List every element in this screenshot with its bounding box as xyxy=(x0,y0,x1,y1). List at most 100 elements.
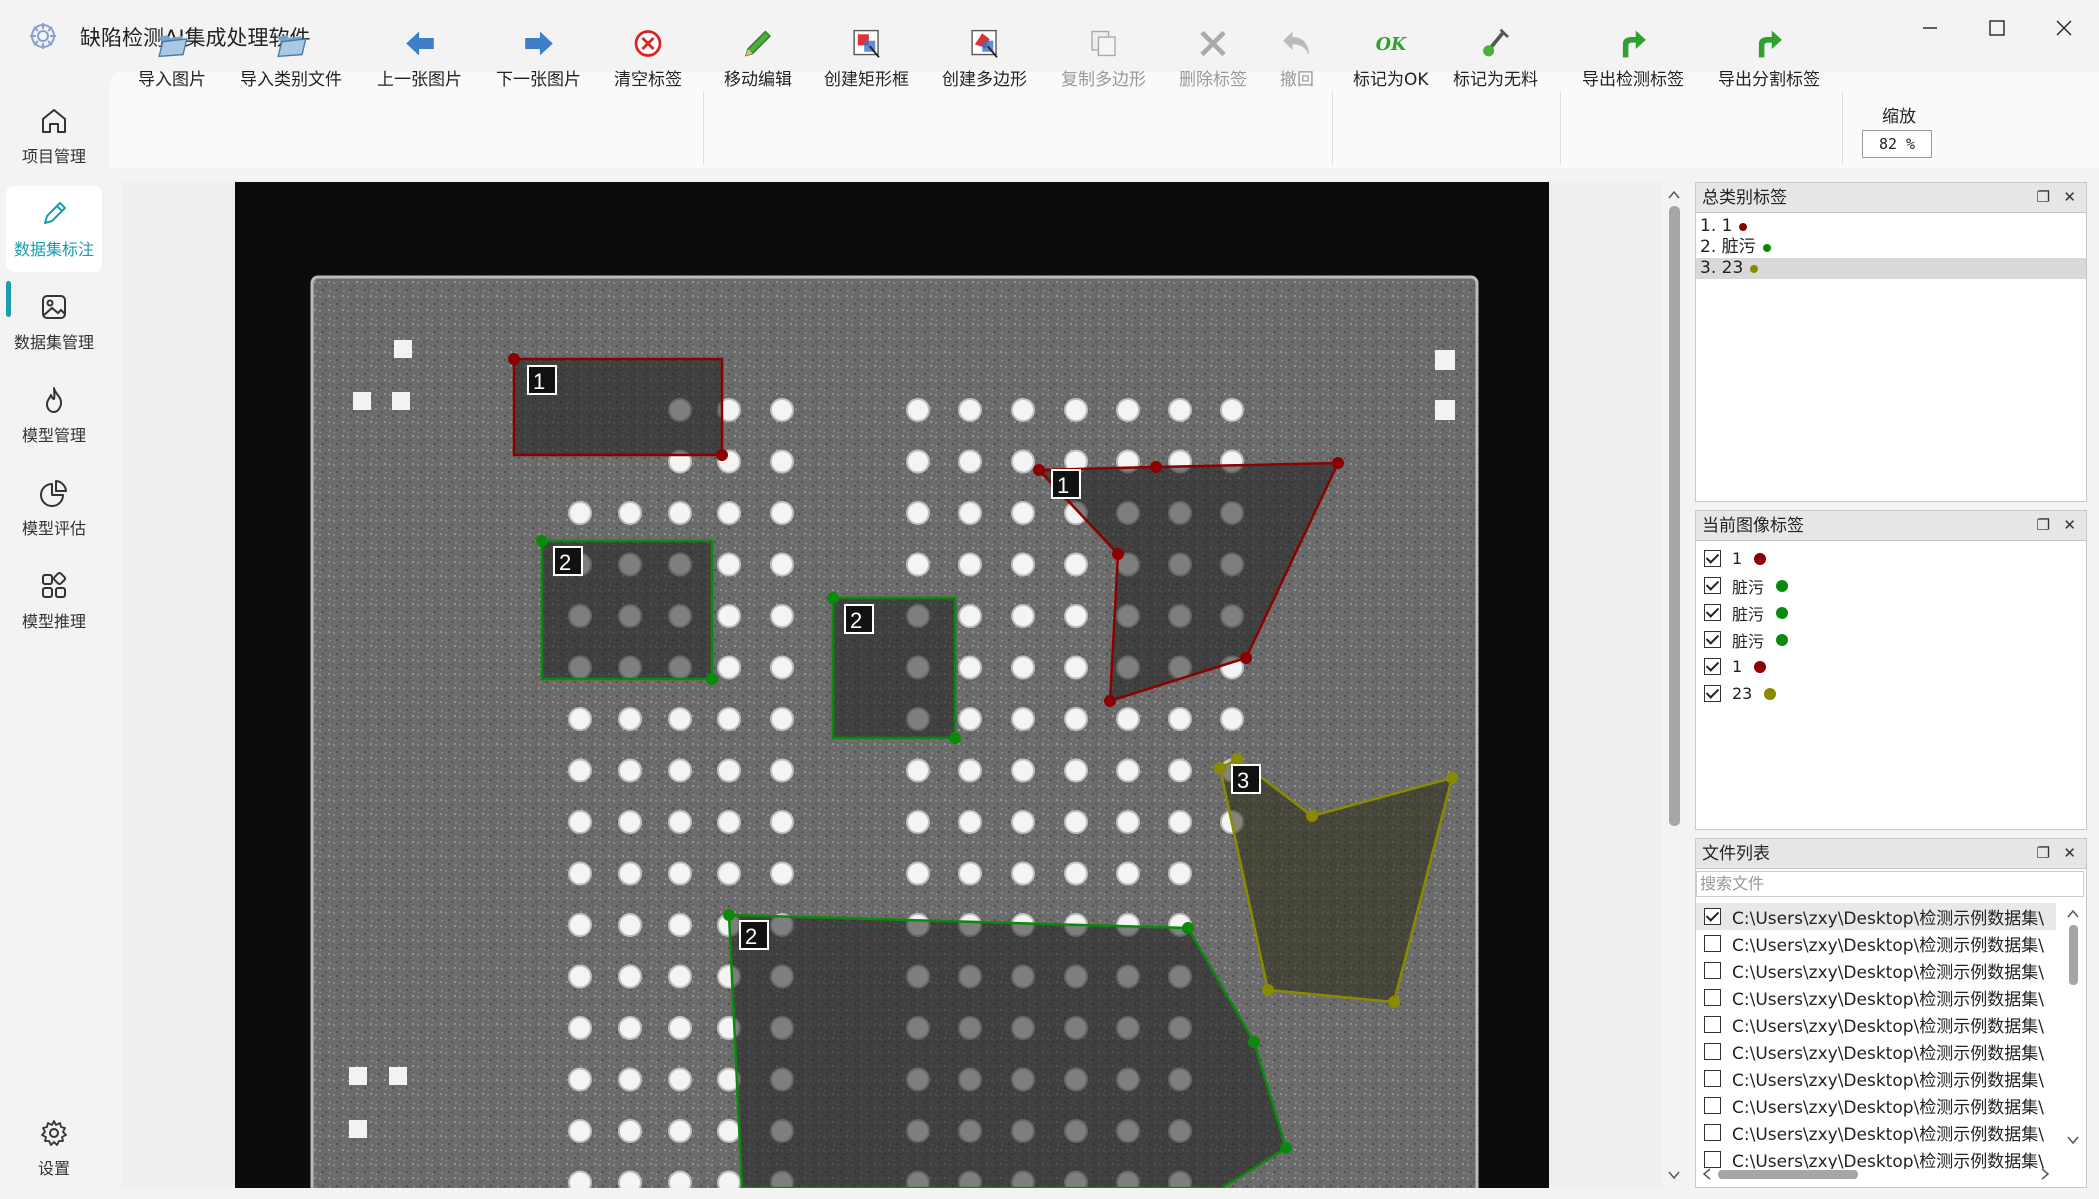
image-label-item[interactable]: 1 xyxy=(1696,545,2086,572)
sidebar-item-annotation[interactable]: 数据集标注 xyxy=(6,186,102,272)
scroll-left-icon xyxy=(1702,1168,1711,1180)
file-list-item[interactable]: C:\Users\zxy\Desktop\检测示例数据集\ xyxy=(1696,1038,2056,1065)
toolbar-separator xyxy=(703,92,704,164)
import-image-button[interactable]: 导入图片 xyxy=(138,26,206,90)
toolbar-separator xyxy=(1842,92,1843,164)
create-rectangle-button[interactable]: 创建矩形框 xyxy=(824,26,909,90)
file-list-horizontal-scrollbar[interactable] xyxy=(1696,1163,2086,1185)
clear-labels-button[interactable]: 清空标签 xyxy=(614,26,682,90)
color-dot xyxy=(1739,222,1748,231)
file-checkbox[interactable] xyxy=(1704,908,1721,925)
apps-icon xyxy=(42,571,67,598)
file-list-vertical-scrollbar[interactable] xyxy=(2062,903,2084,1169)
label-checkbox[interactable] xyxy=(1704,658,1721,675)
label-checkbox[interactable] xyxy=(1704,631,1721,648)
next-image-button[interactable]: 下一张图片 xyxy=(496,26,581,90)
file-list-item[interactable]: C:\Users\zxy\Desktop\检测示例数据集\ xyxy=(1696,984,2056,1011)
color-dot xyxy=(1776,633,1789,646)
canvas-vertical-scrollbar[interactable] xyxy=(1664,182,1684,1188)
file-list: C:\Users\zxy\Desktop\检测示例数据集\ C:\Users\z… xyxy=(1696,903,2086,1169)
annotation-rect-2[interactable]: 2 xyxy=(536,535,718,685)
file-checkbox[interactable] xyxy=(1704,1070,1721,1087)
label-checkbox[interactable] xyxy=(1704,604,1721,621)
mark-empty-button[interactable]: 标记为无料 xyxy=(1453,26,1538,90)
file-list-item[interactable]: C:\Users\zxy\Desktop\检测示例数据集\ xyxy=(1696,1119,2056,1146)
undo-button[interactable]: 撤回 xyxy=(1278,26,1316,90)
previous-image-button[interactable]: 上一张图片 xyxy=(377,26,462,90)
copy-polygon-button[interactable]: 复制多边形 xyxy=(1061,26,1146,90)
color-dot xyxy=(1750,264,1759,273)
scroll-thumb xyxy=(1669,206,1680,826)
annotation-canvas[interactable]: 1 2 2 1 3 2 xyxy=(122,182,1662,1188)
float-icon[interactable]: ❐ xyxy=(2037,188,2050,206)
file-checkbox[interactable] xyxy=(1704,1043,1721,1060)
sidebar-item-inference[interactable]: 模型推理 xyxy=(6,558,102,644)
export-segmentation-labels-button[interactable]: 导出分割标签 xyxy=(1718,26,1820,90)
file-checkbox[interactable] xyxy=(1704,1124,1721,1141)
pencil-icon xyxy=(44,202,66,224)
close-icon[interactable]: ✕ xyxy=(2063,516,2076,534)
sidebar-item-evaluation[interactable]: 模型评估 xyxy=(6,465,102,551)
image-label-item[interactable]: 脏污 xyxy=(1696,572,2086,599)
maximize-button[interactable] xyxy=(1967,8,2027,48)
app-logo-icon xyxy=(30,23,56,49)
minimize-button[interactable] xyxy=(1900,8,1960,48)
file-list-item[interactable]: C:\Users\zxy\Desktop\检测示例数据集\ xyxy=(1696,1065,2056,1092)
image-label-item[interactable]: 脏污 xyxy=(1696,599,2086,626)
label-checkbox[interactable] xyxy=(1704,685,1721,702)
move-edit-button[interactable]: 移动编辑 xyxy=(724,26,792,90)
file-path: C:\Users\zxy\Desktop\检测示例数据集\ xyxy=(1732,963,2044,983)
zoom-input[interactable]: 82 % xyxy=(1862,130,1932,158)
label-checkbox[interactable] xyxy=(1704,577,1721,594)
clear-icon xyxy=(634,30,662,57)
label-checkbox[interactable] xyxy=(1704,550,1721,567)
home-icon xyxy=(42,109,66,133)
file-path: C:\Users\zxy\Desktop\检测示例数据集\ xyxy=(1732,1098,2044,1118)
create-polygon-button[interactable]: 创建多边形 xyxy=(942,26,1027,90)
toolbar-button-label: 下一张图片 xyxy=(496,70,581,90)
annotation-rect-3[interactable]: 2 xyxy=(827,592,961,744)
category-item[interactable]: 2. 脏污 xyxy=(1696,237,2086,258)
file-list-item[interactable]: C:\Users\zxy\Desktop\检测示例数据集\ xyxy=(1696,930,2056,957)
category-item[interactable]: 3. 23 xyxy=(1696,258,2086,279)
maximize-icon xyxy=(1989,20,2005,36)
toolbar-button-label: 导出检测标签 xyxy=(1582,70,1684,90)
file-search-input[interactable]: 搜索文件 xyxy=(1696,871,2084,897)
file-checkbox[interactable] xyxy=(1704,935,1721,952)
file-list-item[interactable]: C:\Users\zxy\Desktop\检测示例数据集\ xyxy=(1696,903,2056,930)
file-checkbox[interactable] xyxy=(1704,989,1721,1006)
panel-title: 文件列表 xyxy=(1702,844,1770,864)
image-canvas[interactable]: 1 2 2 1 3 2 xyxy=(122,182,1662,1188)
sidebar-item-dataset[interactable]: 数据集管理 xyxy=(6,279,102,365)
image-label-item[interactable]: 脏污 xyxy=(1696,626,2086,653)
file-checkbox[interactable] xyxy=(1704,1097,1721,1114)
toolbar-separator xyxy=(1332,92,1333,164)
delete-label-button[interactable]: 删除标签 xyxy=(1179,26,1247,90)
image-label-item[interactable]: 1 xyxy=(1696,653,2086,680)
sidebar-item-settings[interactable]: 设置 xyxy=(6,1105,102,1191)
import-class-file-button[interactable]: 导入类别文件 xyxy=(240,26,342,90)
file-checkbox[interactable] xyxy=(1704,1016,1721,1033)
close-icon[interactable]: ✕ xyxy=(2063,844,2076,862)
category-label: 3. 23 xyxy=(1700,258,1744,278)
open-folder-icon xyxy=(158,35,188,58)
close-window-button[interactable] xyxy=(2034,8,2094,48)
close-icon[interactable]: ✕ xyxy=(2063,188,2076,206)
mark-ok-button[interactable]: OK 标记为OK xyxy=(1353,26,1429,90)
file-list-item[interactable]: C:\Users\zxy\Desktop\检测示例数据集\ xyxy=(1696,1011,2056,1038)
scrollbar-graphic xyxy=(1668,190,1680,1180)
export-detection-labels-button[interactable]: 导出检测标签 xyxy=(1582,26,1684,90)
image-label-item[interactable]: 23 xyxy=(1696,680,2086,707)
image-label-text: 脏污 xyxy=(1732,631,1765,651)
float-icon[interactable]: ❐ xyxy=(2037,516,2050,534)
float-icon[interactable]: ❐ xyxy=(2037,844,2050,862)
file-list-item[interactable]: C:\Users\zxy\Desktop\检测示例数据集\ xyxy=(1696,1092,2056,1119)
file-list-item[interactable]: C:\Users\zxy\Desktop\检测示例数据集\ xyxy=(1696,957,2056,984)
annotation-rect-1[interactable]: 1 xyxy=(508,353,728,461)
sidebar-item-project[interactable]: 项目管理 xyxy=(6,93,102,179)
toolbar-button-label: 删除标签 xyxy=(1179,70,1247,90)
file-checkbox[interactable] xyxy=(1704,962,1721,979)
scroll-down-icon xyxy=(1668,1171,1680,1180)
sidebar-item-model[interactable]: 模型管理 xyxy=(6,372,102,458)
category-item[interactable]: 1. 1 xyxy=(1696,216,2086,237)
